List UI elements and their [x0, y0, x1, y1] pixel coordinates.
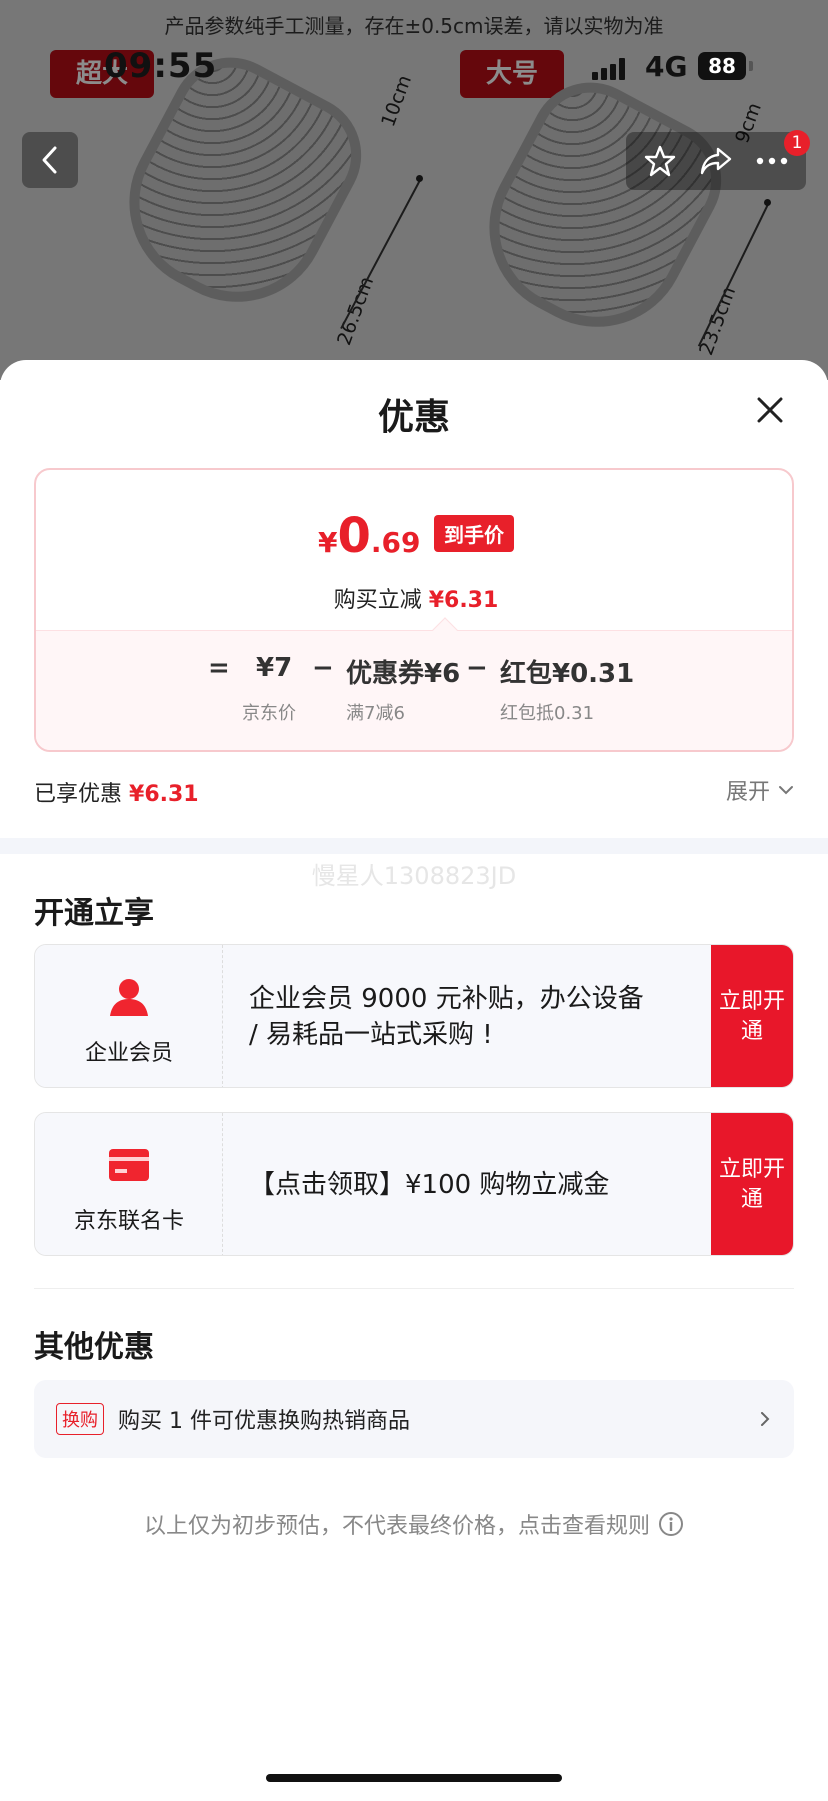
card-left-panel: 企业会员: [35, 945, 223, 1087]
trade-in-tag: 换购: [56, 1403, 104, 1435]
disclaimer-text: 以上仅为初步预估，不代表最终价格，点击查看规则: [143, 1514, 650, 1539]
price-disclaimer[interactable]: 以上仅为初步预估，不代表最终价格，点击查看规则: [0, 1508, 828, 1540]
other-discounts-title: 其他优惠: [34, 1330, 154, 1365]
enjoyed-label: 已享优惠: [34, 782, 123, 807]
formula-equals: =: [208, 653, 230, 683]
instant-discount-label: 购买立减: [333, 588, 422, 613]
price-formula-section: = ¥7 京东价 − 优惠券¥6 满7减6 − 红包¥0.31 红包抵0.31: [36, 630, 792, 750]
formula-minus: −: [312, 653, 334, 683]
instant-discount-amount: ¥6.31: [428, 588, 499, 613]
trade-in-offer-row[interactable]: 换购 购买 1 件可优惠换购热销商品: [34, 1380, 794, 1458]
formula-minus: −: [466, 653, 488, 683]
top-actions: [626, 132, 806, 190]
back-button[interactable]: [22, 132, 78, 188]
cobrand-card[interactable]: 京东联名卡 【点击领取】¥100 购物立减金 立即开通: [34, 1112, 794, 1256]
discount-sheet: 优惠 ¥0.69 到手价 购买立减 ¥6.31 = ¥7 京东价 − 优惠券¥6…: [0, 360, 828, 1801]
formula-coupon-label: 满7减6: [346, 703, 405, 724]
share-icon[interactable]: [698, 144, 734, 178]
home-indicator[interactable]: [266, 1774, 562, 1782]
activate-cobrand-button[interactable]: 立即开通: [711, 1113, 793, 1255]
formula-base-label: 京东价: [242, 703, 296, 724]
instant-discount: 购买立减 ¥6.31: [36, 582, 792, 614]
card-name: 京东联名卡: [73, 1209, 184, 1234]
divider: [34, 1288, 794, 1289]
enterprise-member-card[interactable]: 企业会员 企业会员 9000 元补贴，办公设备 / 易耗品一站式采购 ! 立即开…: [34, 944, 794, 1088]
open-benefits-title: 开通立享: [34, 896, 154, 931]
final-price-tag: 到手价: [434, 515, 515, 552]
battery-icon: 88: [698, 52, 746, 80]
enjoyed-discount: 已享优惠 ¥6.31: [34, 776, 199, 808]
battery-tip: [749, 61, 753, 71]
price-integer: 0: [337, 508, 371, 564]
final-price: ¥0.69 到手价: [36, 508, 792, 564]
network-type: 4G: [645, 50, 688, 83]
watermark-text: 慢星人1308823JD: [311, 862, 517, 890]
price-decimal: .69: [370, 526, 421, 559]
currency-symbol: ¥: [317, 526, 338, 559]
expand-label: 展开: [725, 780, 770, 805]
activate-enterprise-button[interactable]: 立即开通: [711, 945, 793, 1087]
formula-redpacket: 红包¥0.31: [500, 659, 635, 689]
chevron-left-icon: [42, 146, 57, 174]
section-divider-band: [0, 838, 828, 854]
status-time: 09:55: [104, 46, 218, 86]
trade-in-text: 购买 1 件可优惠换购热销商品: [118, 1409, 410, 1434]
chevron-down-icon: [779, 786, 793, 795]
more-icon[interactable]: [755, 156, 789, 166]
formula-base-price: ¥7: [256, 653, 293, 683]
formula-redpacket-label: 红包抵0.31: [500, 703, 595, 724]
card-description: 【点击领取】¥100 购物立减金: [249, 1170, 610, 1200]
signal-icon: [592, 58, 626, 80]
formula-coupon: 优惠券¥6: [346, 659, 461, 689]
notification-badge: 1: [784, 130, 810, 156]
price-formula: = ¥7 京东价 − 优惠券¥6 满7减6 − 红包¥0.31 红包抵0.31: [36, 653, 792, 724]
chevron-right-icon: [761, 1412, 770, 1426]
expand-button[interactable]: 展开: [726, 774, 794, 806]
star-icon[interactable]: [643, 144, 677, 178]
card-name: 企业会员: [84, 1041, 173, 1066]
close-icon[interactable]: [750, 390, 790, 430]
sheet-title: 优惠: [377, 397, 450, 438]
info-icon: [659, 1512, 683, 1536]
final-price-section: ¥0.69 到手价 购买立减 ¥6.31: [36, 470, 792, 630]
status-bar: 09:55 4G 88: [0, 0, 828, 120]
enjoyed-amount: ¥6.31: [129, 782, 199, 807]
card-description: 企业会员 9000 元补贴，办公设备 / 易耗品一站式采购 !: [249, 984, 644, 1050]
price-breakdown-card: ¥0.69 到手价 购买立减 ¥6.31 = ¥7 京东价 − 优惠券¥6 满7…: [34, 468, 794, 752]
person-icon: [110, 979, 148, 1016]
card-left-panel: 京东联名卡: [35, 1113, 223, 1255]
card-icon: [109, 1149, 149, 1181]
